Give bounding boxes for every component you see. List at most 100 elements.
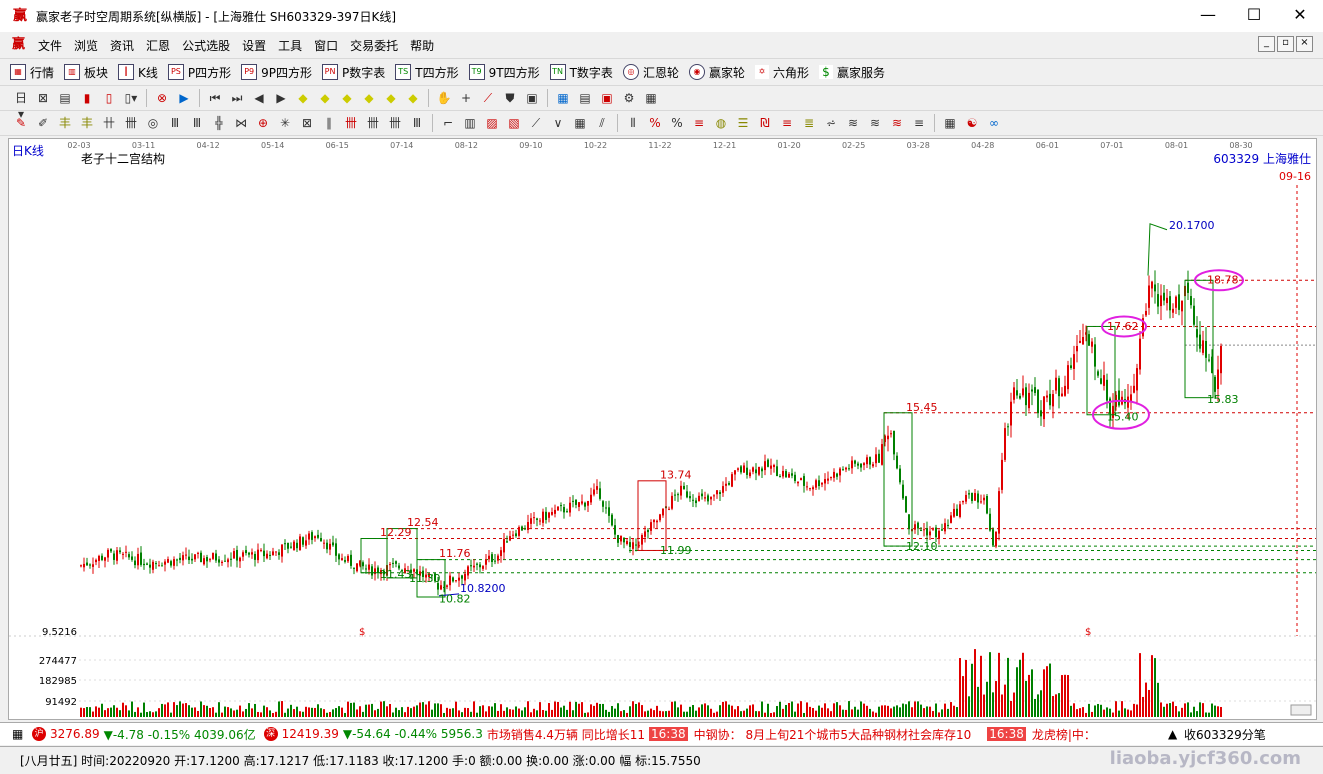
tool19-icon[interactable]: Ⅲ: [409, 115, 425, 131]
menu-file[interactable]: 文件: [32, 37, 68, 54]
tool9-icon[interactable]: Ⅲ: [189, 115, 205, 131]
tick-label[interactable]: 收603329分笔: [1184, 726, 1266, 743]
tool27-icon[interactable]: ⫽: [594, 115, 610, 131]
mdi-restore-button[interactable]: ▫: [1277, 36, 1294, 52]
chart-panel[interactable]: 02-03 03-11 04-12 05-14 06-15 07-14 08-12 09-10…: [8, 138, 1317, 720]
cross-icon[interactable]: ⊗: [154, 90, 170, 106]
news-item-2[interactable]: 中钢协： 8月上旬21个城市5大品种钢材社会库存10: [694, 726, 972, 743]
zoom-icon[interactable]: ⊠: [35, 90, 51, 106]
tool36-icon[interactable]: ≣: [801, 115, 817, 131]
tool26-icon[interactable]: ▦: [572, 115, 588, 131]
table-icon[interactable]: ▤: [577, 90, 593, 106]
toolbar-quotes-button[interactable]: ▦ 行情: [10, 64, 54, 81]
tool40-icon[interactable]: ≋: [889, 115, 905, 131]
candle-select-icon[interactable]: ▯▾: [123, 90, 139, 106]
tool41-icon[interactable]: ≡: [911, 115, 927, 131]
tool33-icon[interactable]: ☰: [735, 115, 751, 131]
pencil-icon[interactable]: ✐: [35, 115, 51, 131]
trend-icon[interactable]: ⟋: [480, 90, 496, 106]
pen-icon[interactable]: ✎: [13, 115, 29, 131]
menu-info[interactable]: 资讯: [104, 37, 140, 54]
scroll-button[interactable]: [1290, 704, 1312, 716]
news-item-1[interactable]: 市场销售4.4万辆 同比增长11: [487, 726, 645, 743]
toolbar-pnumber-button[interactable]: PN P数字表: [322, 64, 385, 81]
tool35-icon[interactable]: ≡: [779, 115, 795, 131]
tool39-icon[interactable]: ≋: [867, 115, 883, 131]
infinity-icon[interactable]: ∞: [986, 115, 1002, 131]
toolbar-hexagon-button[interactable]: ✡ 六角形: [754, 64, 809, 81]
tool31-icon[interactable]: ≡: [691, 115, 707, 131]
diamond1-icon[interactable]: ◆: [295, 90, 311, 106]
tool17-icon[interactable]: 卌: [365, 115, 381, 131]
maximize-button[interactable]: ☐: [1231, 0, 1277, 32]
target-icon[interactable]: ⊕: [255, 115, 271, 131]
tool28-icon[interactable]: ⫴: [625, 115, 641, 131]
percent-icon[interactable]: %: [669, 115, 685, 131]
tool22-icon[interactable]: ▨: [484, 115, 500, 131]
menu-tools[interactable]: 工具: [272, 37, 308, 54]
calendar-icon[interactable]: ▦: [555, 90, 571, 106]
menu-browse[interactable]: 浏览: [68, 37, 104, 54]
mdi-close-button[interactable]: ×: [1296, 36, 1313, 52]
news-item-3[interactable]: 龙虎榜|中：: [1032, 726, 1096, 743]
yinyang-icon[interactable]: ☯: [964, 115, 980, 131]
tool18-icon[interactable]: 卌: [387, 115, 403, 131]
mdi-minimize-button[interactable]: _: [1258, 36, 1275, 52]
period-select-icon[interactable]: 日▾: [13, 90, 29, 121]
tool4-icon[interactable]: 丰: [79, 115, 95, 131]
hand-icon[interactable]: ✋: [436, 90, 452, 106]
toolbar-kline-button[interactable]: ┃ K线: [118, 64, 158, 81]
settings-icon[interactable]: ⚙: [621, 90, 637, 106]
tool8-icon[interactable]: Ⅲ: [167, 115, 183, 131]
toolbar-winnerwheel-button[interactable]: ◉ 赢家轮: [688, 64, 745, 81]
circle-icon[interactable]: ◎: [145, 115, 161, 131]
stack-icon[interactable]: ▦: [643, 90, 659, 106]
tool3-icon[interactable]: 丰: [57, 115, 73, 131]
diamond3-icon[interactable]: ◆: [339, 90, 355, 106]
toolbar-9psquare-button[interactable]: P9 9P四方形: [241, 64, 312, 81]
diamond2-icon[interactable]: ◆: [317, 90, 333, 106]
last-icon[interactable]: ⏭: [229, 90, 245, 106]
toolbar-service-button[interactable]: $ 赢家服务: [818, 64, 885, 81]
tool25-icon[interactable]: ∨: [550, 115, 566, 131]
menu-trade[interactable]: 交易委托: [344, 37, 404, 54]
toolbar-blocks-button[interactable]: ▥ 板块: [64, 64, 108, 81]
doc-icon[interactable]: ▤: [57, 90, 73, 106]
next-icon[interactable]: ▶: [273, 90, 289, 106]
diamond4-icon[interactable]: ◆: [361, 90, 377, 106]
minimize-button[interactable]: —: [1185, 0, 1231, 32]
toolbar-tsquare-button[interactable]: TS T四方形: [395, 64, 459, 81]
star-icon[interactable]: ✳: [277, 115, 293, 131]
diamond6-icon[interactable]: ◆: [405, 90, 421, 106]
menu-formula[interactable]: 公式选股: [176, 37, 236, 54]
prev-icon[interactable]: ◀: [251, 90, 267, 106]
chart-icon[interactable]: ▣: [524, 90, 540, 106]
grid2-icon[interactable]: ▦: [942, 115, 958, 131]
tool6-icon[interactable]: 卌: [123, 115, 139, 131]
menu-huien[interactable]: 汇恩: [140, 37, 176, 54]
shield-icon[interactable]: ⛊: [502, 90, 518, 106]
tool34-icon[interactable]: ₪: [757, 115, 773, 131]
toolbar-huienwheel-button[interactable]: ◎ 汇恩轮: [622, 64, 679, 81]
tool24-icon[interactable]: ⟋: [528, 115, 544, 131]
tool20-icon[interactable]: ⌐: [440, 115, 456, 131]
tool15-icon[interactable]: ∥: [321, 115, 337, 131]
close-button[interactable]: ✕: [1277, 0, 1323, 32]
box-icon[interactable]: ⊠: [299, 115, 315, 131]
toolbar-9tsquare-button[interactable]: T9 9T四方形: [468, 64, 540, 81]
save-icon[interactable]: ▣: [599, 90, 615, 106]
first-icon[interactable]: ⏮: [207, 90, 223, 106]
toolbar-psquare-button[interactable]: PS P四方形: [167, 64, 231, 81]
tool32-icon[interactable]: ◍: [713, 115, 729, 131]
toolbar-tnumber-button[interactable]: TN T数字表: [549, 64, 613, 81]
fan-icon[interactable]: ⋈: [233, 115, 249, 131]
tool23-icon[interactable]: ▧: [506, 115, 522, 131]
diamond5-icon[interactable]: ◆: [383, 90, 399, 106]
tool37-icon[interactable]: ⩫: [823, 115, 839, 131]
kline-chart[interactable]: 02-03 03-11 04-12 05-14 06-15 07-14 08-12 09-10…: [9, 139, 1316, 719]
tool38-icon[interactable]: ≋: [845, 115, 861, 131]
flag-icon[interactable]: ▶: [176, 90, 192, 106]
candle-icon[interactable]: ▯: [101, 90, 117, 106]
tool5-icon[interactable]: 卄: [101, 115, 117, 131]
crosshair-icon[interactable]: +: [458, 90, 474, 106]
